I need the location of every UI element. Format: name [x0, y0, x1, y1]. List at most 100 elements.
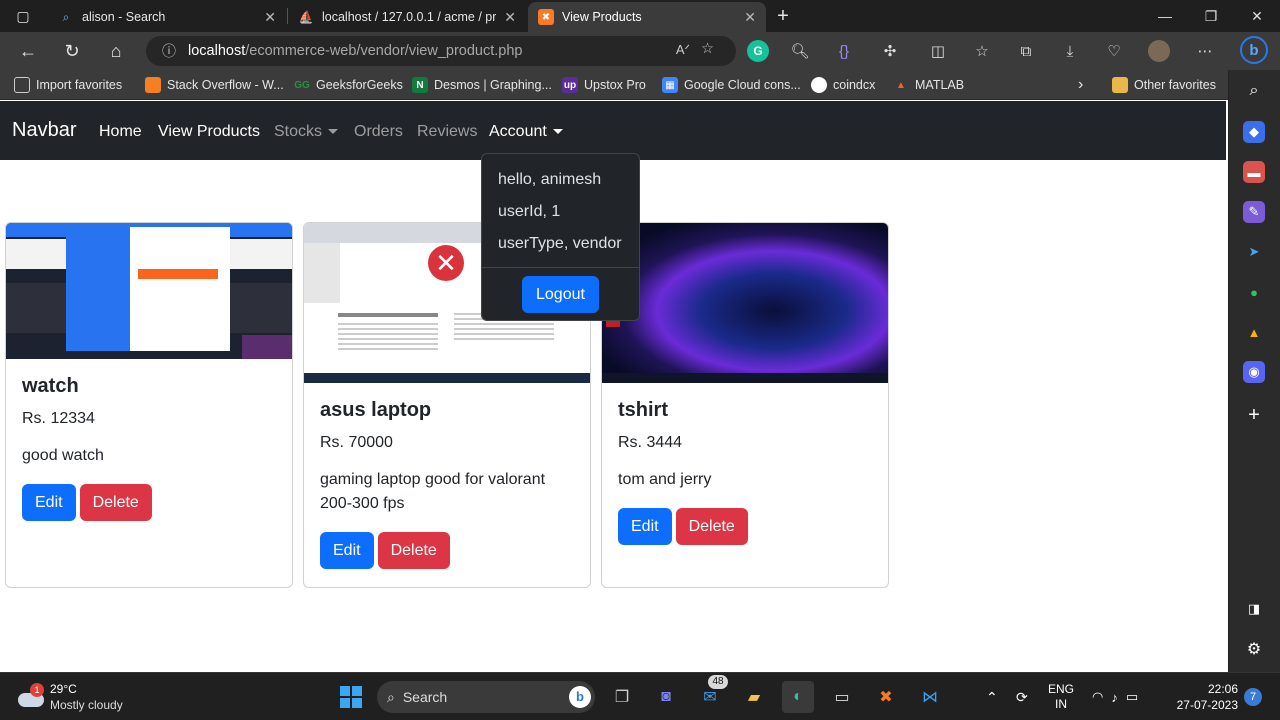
navbar-brand[interactable]: Navbar — [12, 119, 76, 142]
restore-button[interactable]: ❐ — [1188, 0, 1234, 32]
tab-view-products[interactable]: ✖ View Products ✕ — [528, 2, 766, 32]
wifi-icon: ◠ — [1092, 689, 1104, 704]
language-indicator[interactable]: ENG IN — [1048, 673, 1074, 720]
add-icon[interactable]: + — [1243, 404, 1265, 426]
grammarly-icon[interactable]: G — [747, 40, 769, 62]
product-name: asus laptop — [320, 399, 432, 421]
split-screen-icon[interactable]: ◫ — [927, 40, 949, 62]
xampp-icon[interactable]: ✖ — [870, 681, 902, 713]
home-icon[interactable]: ⌂ — [101, 36, 131, 66]
chevron-right-icon[interactable]: › — [1078, 76, 1083, 94]
tab-actions-icon[interactable]: ▢ — [8, 1, 38, 31]
favorite-upstox[interactable]: up Upstox Pro — [562, 76, 646, 94]
notification-center[interactable]: 7 — [1244, 673, 1262, 720]
edit-button[interactable]: Edit — [618, 508, 672, 545]
tab-search[interactable]: ⌕ alison - Search ✕ — [48, 2, 286, 32]
nav-reviews[interactable]: Reviews — [417, 123, 477, 141]
delete-button[interactable]: Delete — [377, 532, 450, 569]
dropdown-user-type[interactable]: userType, vendor — [498, 235, 622, 253]
clock[interactable]: 22:06 27-07-2023 — [1172, 673, 1238, 720]
edit-button[interactable]: Edit — [320, 532, 374, 569]
close-icon[interactable]: ✕ — [504, 9, 516, 26]
search-extension-icon[interactable]: 🔍︎ — [789, 40, 811, 62]
close-window-button[interactable]: ✕ — [1234, 0, 1280, 32]
nav-account[interactable]: Account — [489, 123, 563, 141]
shopping-tag-icon[interactable]: ◆ — [1243, 121, 1265, 143]
back-arrow-icon[interactable]: ← — [13, 36, 43, 66]
edge-icon[interactable]: ◐ — [782, 681, 814, 713]
hide-sidebar-icon[interactable]: ◨ — [1243, 598, 1265, 620]
bing-copilot-icon[interactable]: b — [1240, 36, 1268, 64]
favorite-coindcx[interactable]: coindcx — [811, 76, 875, 94]
info-icon[interactable]: ⓘ — [162, 41, 176, 61]
taskbar-search[interactable]: ⌕ Search b — [377, 681, 595, 713]
close-icon[interactable]: ✕ — [744, 9, 756, 26]
nav-view-products[interactable]: View Products — [158, 123, 260, 141]
system-tray[interactable]: ◠ ♪ ▭ — [1092, 673, 1138, 720]
google-cloud-icon: ▦ — [662, 77, 678, 93]
games-icon[interactable]: ● — [1243, 281, 1265, 303]
close-icon[interactable]: ✕ — [264, 9, 276, 26]
favorite-geeksforgeeks[interactable]: GG GeeksforGeeks — [294, 76, 403, 94]
extensions-icon[interactable]: ✣ — [879, 40, 901, 62]
delete-button[interactable]: Delete — [675, 508, 748, 545]
terminal-icon[interactable]: ▭ — [826, 681, 858, 713]
delete-button[interactable]: Delete — [79, 484, 152, 521]
tab-phpmyadmin[interactable]: ⛵ localhost / 127.0.0.1 / acme / pro ✕ — [288, 2, 526, 32]
chevron-up-icon[interactable]: ⌃ — [986, 673, 998, 720]
google-drive-icon[interactable]: ▲ — [1243, 321, 1265, 343]
geeksforgeeks-icon: GG — [294, 79, 310, 91]
file-explorer-icon[interactable]: ▰ — [738, 681, 770, 713]
favorite-matlab[interactable]: ▲ MATLAB — [893, 76, 964, 94]
read-aloud-icon[interactable]: Aᐟ — [676, 42, 690, 58]
sync-icon[interactable]: ⟳ — [1016, 673, 1028, 720]
windows-start-icon[interactable] — [335, 681, 367, 713]
volume-icon: ♪ — [1111, 689, 1118, 705]
vscode-icon[interactable]: ⋈ — [914, 681, 946, 713]
teams-chat-icon[interactable]: ◙ — [650, 681, 682, 713]
refresh-icon[interactable]: ↻ — [57, 36, 87, 66]
tools-icon[interactable]: ▬ — [1243, 161, 1265, 183]
edit-button[interactable]: Edit — [22, 484, 76, 521]
discord-icon[interactable]: ◉ — [1243, 361, 1265, 383]
favorite-stackoverflow[interactable]: Stack Overflow - W... — [145, 76, 284, 94]
weather-widget[interactable]: 1 29°C Mostly cloudy — [18, 673, 123, 720]
nav-orders[interactable]: Orders — [354, 123, 403, 141]
designer-icon[interactable]: ✎ — [1243, 201, 1265, 223]
nav-home[interactable]: Home — [99, 123, 142, 141]
edge-sidebar: ⌕ ◆ ▬ ✎ ➤ ● ▲ ◉ + ◨ ⚙ — [1228, 70, 1280, 672]
logout-button[interactable]: Logout — [522, 276, 599, 313]
new-tab-button[interactable]: + — [768, 1, 798, 31]
caret-down-icon — [552, 129, 563, 135]
task-view-icon[interactable]: ❐ — [606, 681, 638, 713]
card-body: watch Rs. 12334 good watch Edit Delete — [6, 359, 292, 537]
send-icon[interactable]: ➤ — [1243, 241, 1265, 263]
search-icon[interactable]: ⌕ — [1243, 80, 1265, 102]
downloads-icon[interactable]: ⤓ — [1059, 40, 1081, 62]
settings-gear-icon[interactable]: ⚙ — [1243, 638, 1265, 660]
product-price: Rs. 70000 — [320, 434, 393, 451]
dropdown-user-id[interactable]: userId, 1 — [498, 203, 560, 221]
address-bar-row: ← ↻ ⌂ ⓘ localhost/ecommerce-web/vendor/v… — [0, 32, 1280, 70]
url-input[interactable]: ⓘ localhost/ecommerce-web/vendor/view_pr… — [146, 36, 736, 66]
performance-icon[interactable]: ♡ — [1103, 40, 1125, 62]
nav-stocks[interactable]: Stocks — [274, 123, 339, 141]
json-extension-icon[interactable]: {} — [833, 40, 855, 62]
collections-icon[interactable]: ⧉ — [1015, 40, 1037, 62]
profile-avatar[interactable] — [1148, 40, 1170, 62]
matlab-icon: ▲ — [896, 79, 906, 91]
minimize-button[interactable]: — — [1142, 0, 1188, 32]
mail-badge: 48 — [708, 675, 728, 689]
favorite-desmos[interactable]: N Desmos | Graphing... — [412, 76, 552, 94]
star-icon[interactable]: ☆ — [701, 41, 714, 57]
favorites-icon[interactable]: ☆ — [971, 40, 993, 62]
dropdown-greeting[interactable]: hello, animesh — [498, 171, 601, 189]
more-icon[interactable]: ⋯ — [1194, 40, 1216, 62]
favorite-import[interactable]: Import favorites — [14, 76, 122, 94]
favorite-other[interactable]: Other favorites — [1112, 76, 1216, 94]
mail-icon[interactable]: ✉ 48 — [694, 675, 728, 713]
favorite-google-cloud[interactable]: ▦ Google Cloud cons... — [662, 76, 801, 94]
web-page: Navbar Home View Products Stocks Orders … — [0, 101, 1226, 672]
product-image — [6, 223, 292, 359]
desmos-icon: N — [412, 77, 428, 93]
